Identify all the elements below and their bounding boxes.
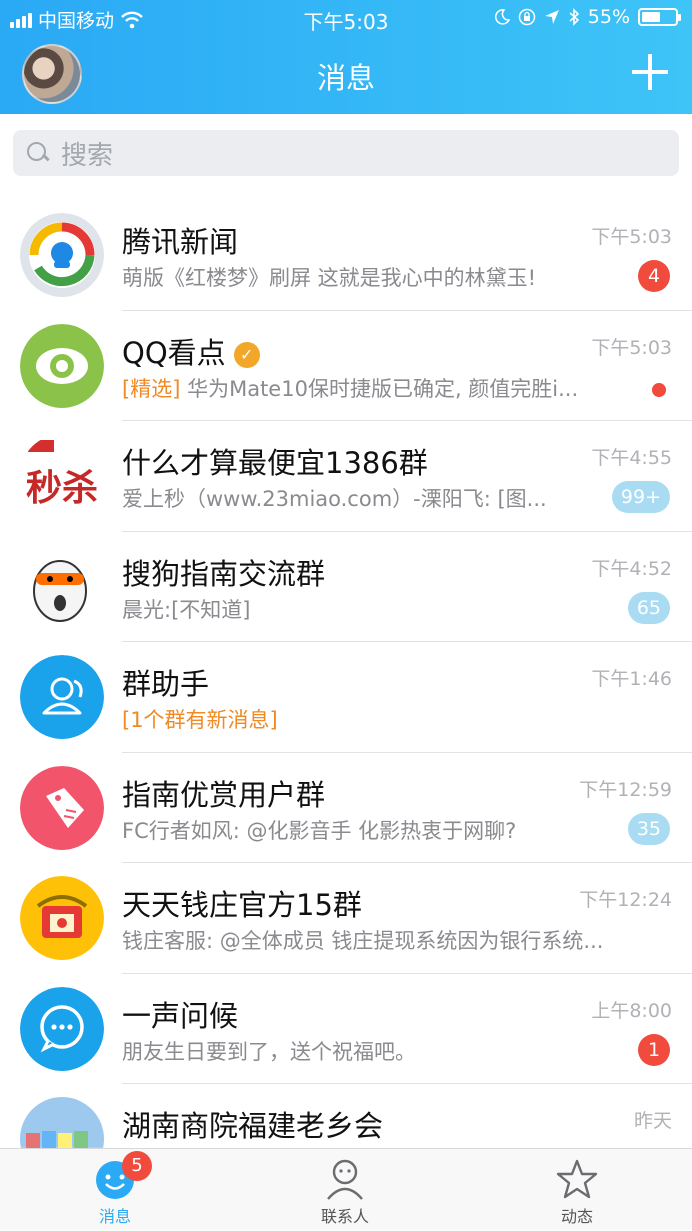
rotation-lock-icon	[518, 8, 536, 26]
conversation-preview: 钱庄客服: @全体成员 钱庄提现系统因为银行系统...	[122, 925, 603, 955]
conversation-name-text: 群助手	[122, 667, 210, 701]
conversation-name-text: 什么才算最便宜1386群	[122, 446, 428, 480]
tab-contacts[interactable]: 联系人	[280, 1149, 410, 1231]
preview-text: 爱上秒（www.23miao.com）-溧阳飞: [图...	[122, 487, 547, 511]
conversation-preview: [精选] 华为Mate10保时捷版已确定, 颜值完胜i...	[122, 373, 578, 403]
conversation-time: 下午4:52	[591, 557, 672, 580]
conversation-time: 下午12:24	[579, 889, 672, 911]
unread-badge: 99+	[611, 481, 670, 513]
conversation-time: 下午5:03	[591, 336, 672, 359]
unread-badge: 1	[638, 1033, 670, 1066]
tab-badge: 5	[122, 1151, 152, 1181]
contacts-person-icon	[323, 1157, 367, 1201]
preview-text: 朋友生日要到了，送个祝福吧。	[122, 1039, 416, 1064]
tab-label: 动态	[560, 1207, 593, 1226]
price-tag-icon	[20, 765, 104, 850]
conversation-name-text: 一声问候	[122, 998, 239, 1033]
conversation-name: 腾讯新闻	[122, 219, 238, 261]
preview-tag: [精选]	[122, 376, 181, 401]
page-title: 消息	[316, 61, 375, 95]
verified-badge-icon: ✓	[233, 341, 260, 368]
conversation-preview: FC行者如风: @化影音手 化影热衷于网聊?	[122, 815, 516, 845]
conversation-time: 昨天	[633, 1110, 672, 1132]
conversation-list: 腾讯新闻萌版《红楼梦》刷屏 这就是我心中的林黛玉! 下午5:03 4 QQ看点 ✓ [精选…	[0, 200, 692, 1195]
money-house-icon	[20, 876, 104, 960]
search-placeholder: 搜索	[61, 140, 114, 171]
sogou-dog-icon	[20, 544, 104, 629]
tab-label: 消息	[98, 1207, 131, 1226]
conversation-time: 下午1:46	[591, 668, 672, 690]
conversation-name-text: 湖南商院福建老乡会	[122, 1109, 384, 1143]
conversation-name-text: 搜狗指南交流群	[122, 556, 326, 591]
conversation-row[interactable]: 秒杀 什么才算最便宜1386群爱上秒（www.23miao.com）-溧阳飞: […	[0, 421, 692, 532]
preview-text: 萌版《红楼梦》刷屏 这就是我心中的林黛玉!	[122, 266, 537, 290]
search-icon	[27, 142, 49, 164]
chat-bubble-icon	[20, 986, 104, 1071]
preview-text: 晨光:[不知道]	[122, 597, 251, 622]
preview-text: FC行者如风: @化影音手 化影热衷于网聊?	[122, 818, 517, 843]
search-input[interactable]: 搜索	[13, 130, 679, 176]
conversation-time: 上午8:00	[591, 999, 672, 1022]
battery-icon	[638, 8, 681, 26]
conversation-row[interactable]: 搜狗指南交流群晨光:[不知道] 下午4:52 65	[0, 532, 692, 642]
star-icon	[555, 1157, 599, 1201]
conversation-name: 群助手	[122, 661, 209, 703]
bluetooth-icon	[569, 8, 579, 26]
bottom-tab-bar: 消息 5 联系人 动态	[0, 1148, 692, 1230]
conversation-preview: 爱上秒（www.23miao.com）-溧阳飞: [图...	[122, 483, 547, 513]
conversation-name: 指南优赏用户群	[122, 772, 325, 814]
conversation-name-text: 指南优赏用户群	[122, 777, 326, 812]
miaosha-logo-icon: 秒杀	[20, 434, 104, 518]
conversation-name: 一声问候	[122, 993, 238, 1035]
conversation-preview: [1个群有新消息]	[122, 704, 278, 734]
conversation-row[interactable]: QQ看点 ✓ [精选] 华为Mate10保时捷版已确定, 颜值完胜i... 下午5:0…	[0, 311, 692, 421]
unread-badge: 65	[627, 591, 670, 624]
group-helper-icon	[20, 655, 104, 739]
qq-kandian-eye-icon	[20, 323, 104, 408]
preview-text: 钱庄客服: @全体成员 钱庄提现系统因为银行系统...	[122, 929, 604, 953]
conversation-preview: 晨光:[不知道]	[122, 594, 250, 624]
conversation-name-text: QQ看点	[122, 335, 226, 370]
conversation-name: QQ看点 ✓	[122, 330, 260, 372]
top-header: 中国移动 下午5:03 55% 消息	[0, 0, 692, 114]
conversation-time: 下午12:59	[579, 778, 672, 801]
conversation-row[interactable]: 腾讯新闻萌版《红楼梦》刷屏 这就是我心中的林黛玉! 下午5:03 4	[0, 200, 692, 311]
location-arrow-icon	[544, 10, 559, 24]
conversation-time: 下午4:55	[591, 447, 672, 469]
tab-label: 联系人	[320, 1207, 369, 1226]
unread-badge: 35	[627, 812, 670, 845]
tab-moments[interactable]: 动态	[512, 1149, 642, 1231]
unread-dot	[652, 382, 666, 397]
conversation-name: 天天钱庄官方15群	[122, 882, 362, 924]
conversation-time: 下午5:03	[591, 226, 672, 248]
tencent-news-icon	[20, 213, 104, 297]
conversation-preview: 朋友生日要到了，送个祝福吧。	[122, 1036, 416, 1066]
battery-percent: 55%	[587, 6, 630, 28]
conversation-name-text: 天天钱庄官方15群	[122, 888, 362, 922]
conversation-preview: 萌版《红楼梦》刷屏 这就是我心中的林黛玉!	[122, 262, 536, 292]
preview-tag: [1个群有新消息]	[122, 708, 278, 732]
conversation-name: 搜狗指南交流群	[122, 551, 325, 593]
svg-text:秒杀: 秒杀	[26, 468, 98, 509]
conversation-row[interactable]: 指南优赏用户群 FC行者如风: @化影音手 化影热衷于网聊? 下午12:59 35	[0, 753, 692, 863]
conversation-row[interactable]: 一声问候朋友生日要到了，送个祝福吧。 上午8:00 1	[0, 974, 692, 1084]
conversation-name: 什么才算最便宜1386群	[122, 440, 428, 482]
status-bar: 中国移动 下午5:03 55%	[0, 4, 692, 34]
conversation-name-text: 腾讯新闻	[122, 225, 239, 259]
conversation-row[interactable]: 群助手 [1个群有新消息] 下午1:46	[0, 642, 692, 753]
tab-messages[interactable]: 消息 5	[50, 1149, 180, 1231]
preview-text: 华为Mate10保时捷版已确定, 颜值完胜i...	[187, 376, 579, 401]
add-plus-button[interactable]	[630, 52, 670, 92]
moon-icon	[494, 9, 510, 25]
unread-badge: 4	[638, 260, 670, 292]
conversation-row[interactable]: 天天钱庄官方15群钱庄客服: @全体成员 钱庄提现系统因为银行系统... 下午12…	[0, 863, 692, 974]
conversation-name: 湖南商院福建老乡会	[122, 1103, 383, 1145]
